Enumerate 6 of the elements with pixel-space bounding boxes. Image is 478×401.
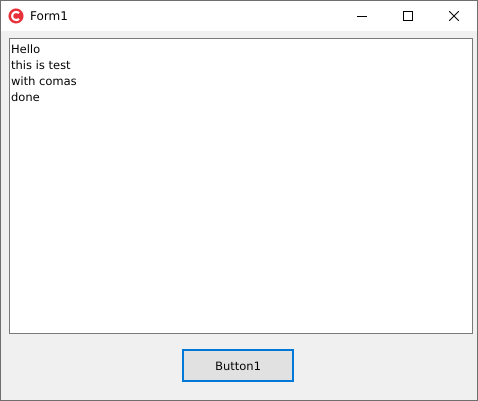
maximize-icon	[403, 11, 413, 21]
text-area[interactable]: Hello this is test with comas done	[9, 38, 473, 334]
button[interactable]: Button1	[182, 349, 294, 382]
close-icon	[449, 11, 459, 21]
app-icon	[8, 8, 24, 24]
window-title: Form1	[30, 9, 68, 23]
